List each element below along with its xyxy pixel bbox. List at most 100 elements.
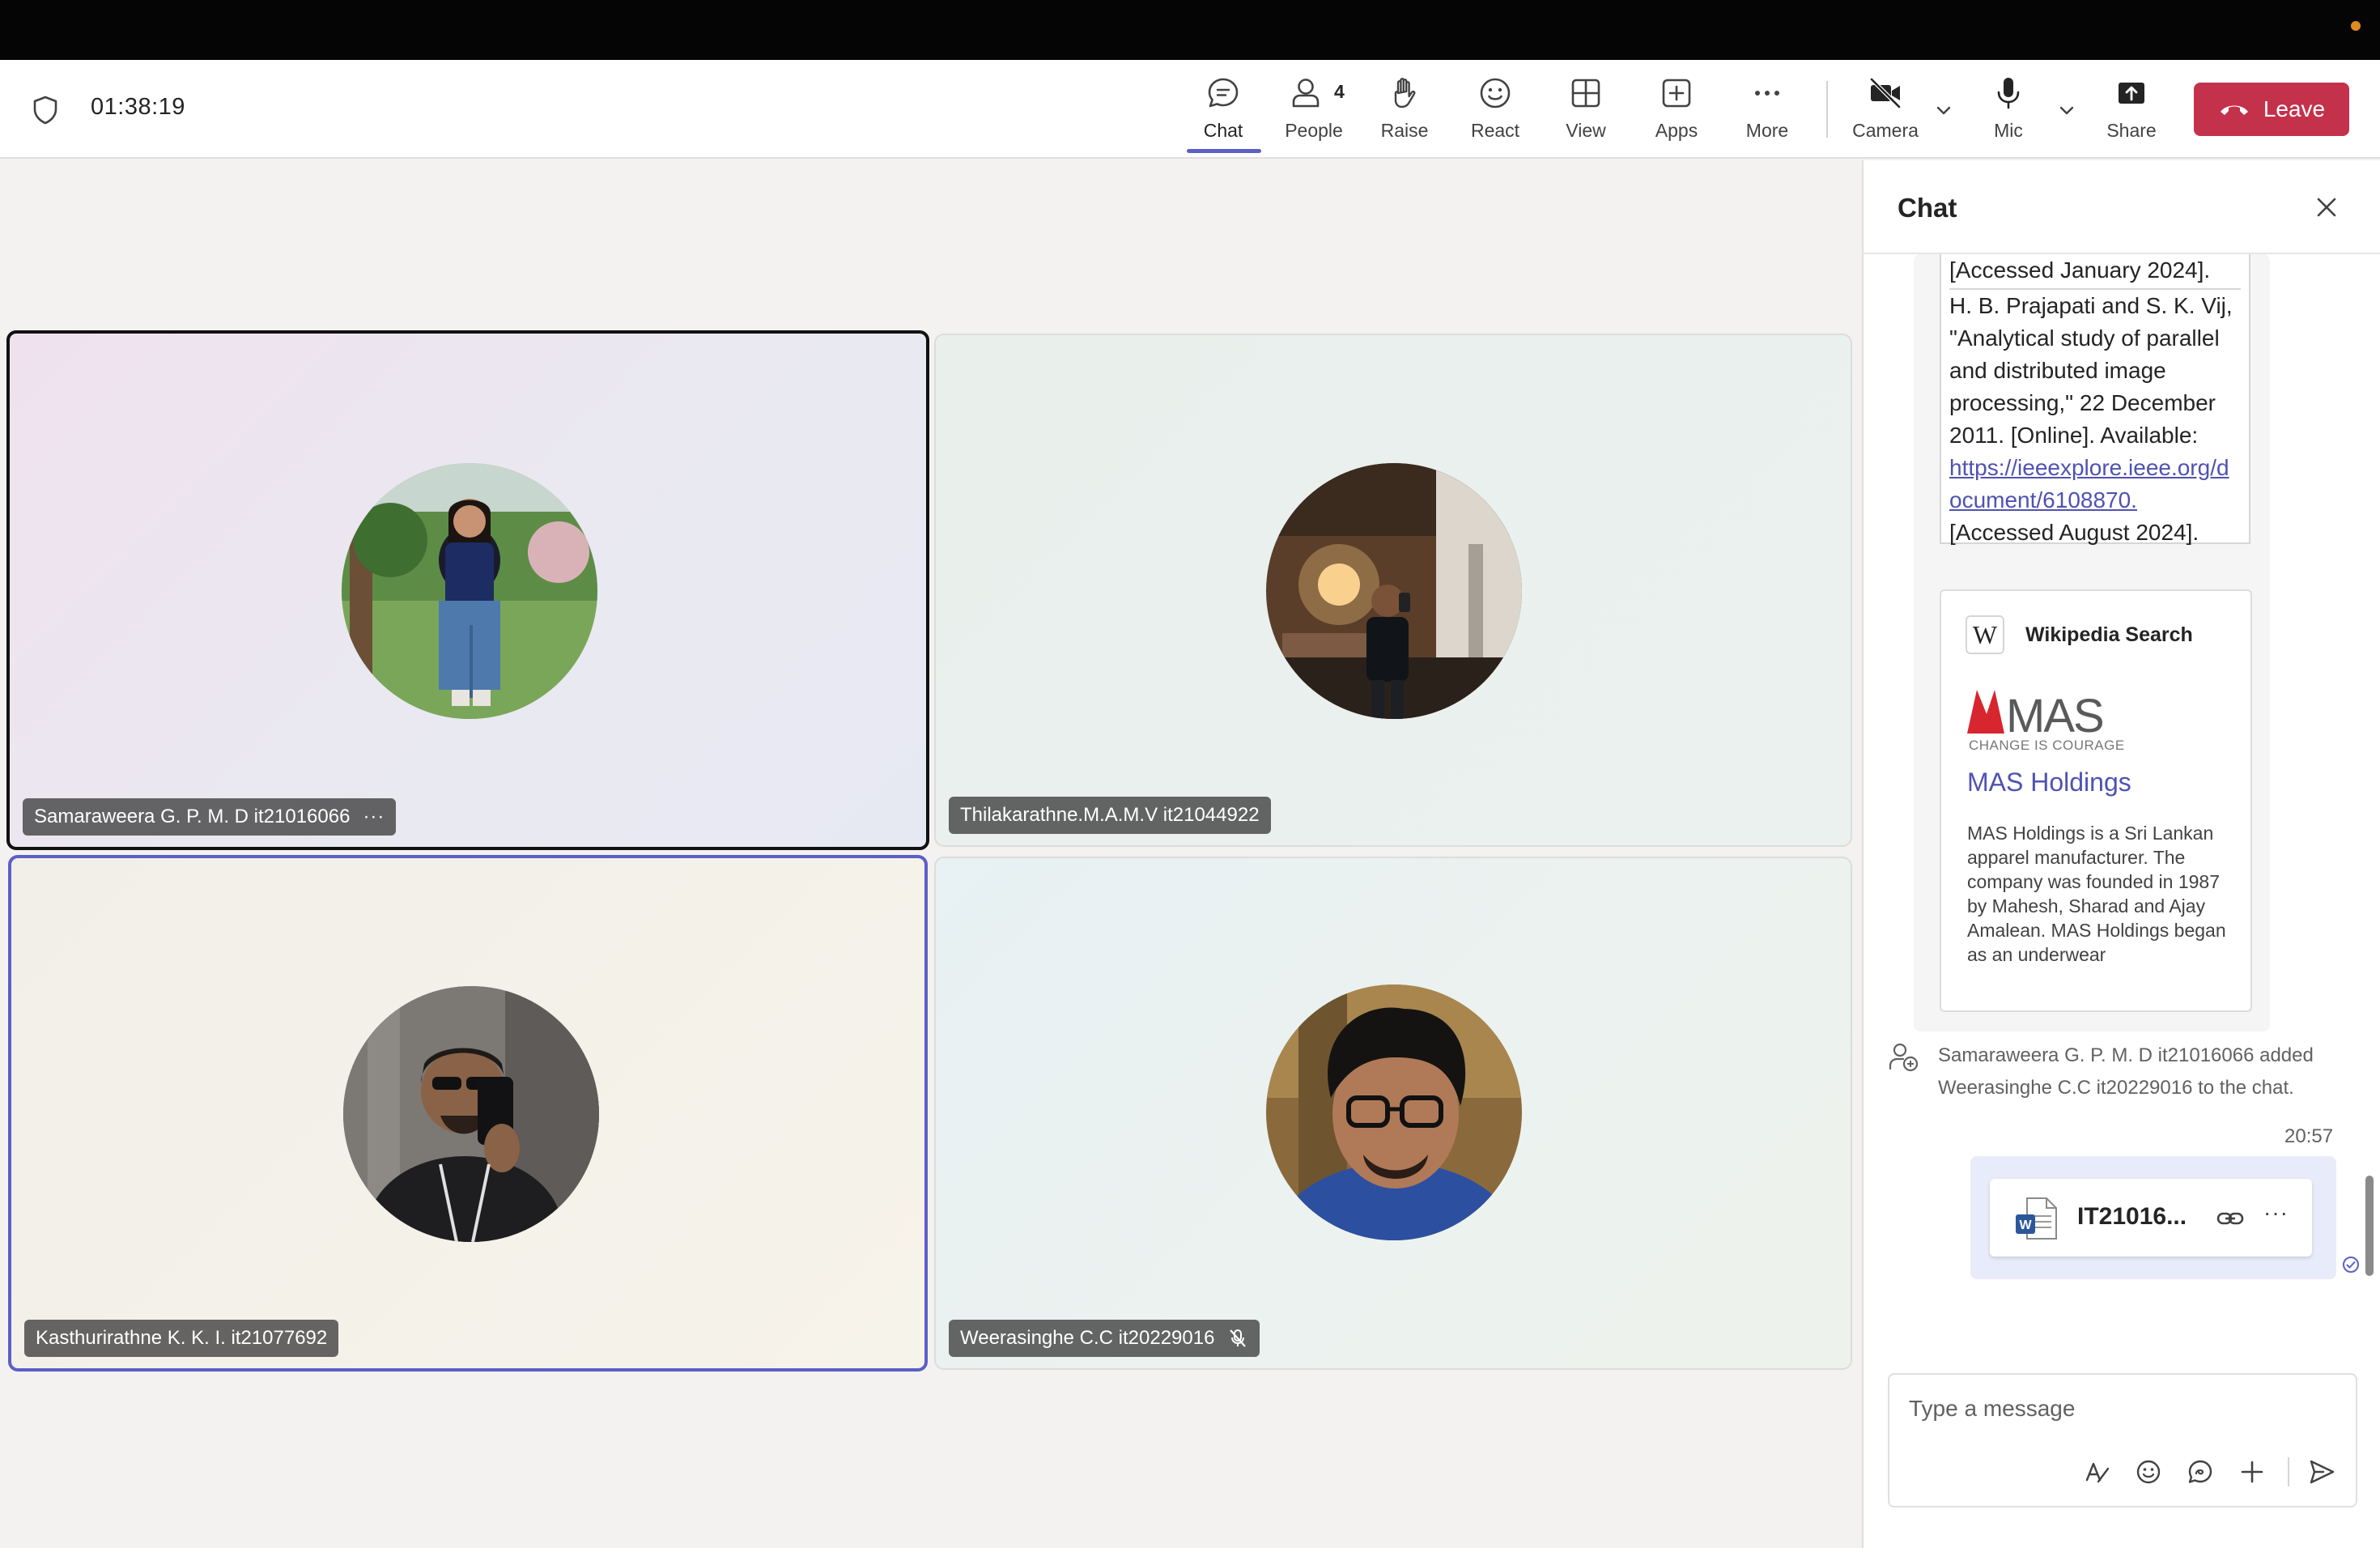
- participant-name: Samaraweera G. P. M. D it21016066: [34, 806, 351, 827]
- participant-tile-3[interactable]: Kasthurirathne K. K. I. it21077692: [8, 855, 928, 1372]
- recording-indicator-dot: [2351, 21, 2361, 31]
- reference-accessed-prev: [Accessed January 2024].: [1949, 254, 2241, 290]
- participant-name-tag: Weerasinghe C.C it20229016: [949, 1320, 1260, 1357]
- ellipsis-icon: [1749, 74, 1786, 112]
- people-icon: 4: [1292, 74, 1345, 112]
- leave-label: Leave: [2263, 96, 2326, 121]
- participant-avatar: [1266, 463, 1522, 719]
- file-name: IT21016...: [2077, 1203, 2187, 1230]
- mic-button[interactable]: Mic: [1964, 74, 2053, 144]
- reference-citation: H. B. Prajapati and S. K. Vij, "Analytic…: [1949, 293, 2233, 448]
- hand-icon: [1386, 74, 1423, 112]
- video-stage: Samaraweera G. P. M. D it21016066 ··· Th…: [0, 160, 1862, 1548]
- link-icon[interactable]: [2215, 1203, 2246, 1234]
- grid-icon: [1567, 74, 1604, 112]
- raise-hand-button[interactable]: Raise: [1360, 74, 1449, 144]
- apps-label: Apps: [1655, 120, 1698, 141]
- wikipedia-card[interactable]: W Wikipedia Search MAS CHANGE IS COURAGE…: [1940, 589, 2252, 1012]
- plus-icon[interactable]: [2234, 1454, 2270, 1490]
- os-menu-bar: [0, 0, 2380, 60]
- participant-avatar: [1266, 985, 1522, 1240]
- message-timestamp: 20:57: [2284, 1125, 2334, 1147]
- camera-label: Camera: [1852, 120, 1919, 141]
- people-button[interactable]: 4 People: [1269, 74, 1358, 144]
- chat-message-bubble: [Accessed January 2024]. H. B. Prajapati…: [1914, 254, 2270, 1031]
- react-button[interactable]: React: [1451, 74, 1540, 144]
- raise-label: Raise: [1380, 120, 1429, 141]
- wikipedia-description: MAS Holdings is a Sri Lankan apparel man…: [1967, 823, 2226, 965]
- shield-icon[interactable]: [29, 94, 62, 126]
- more-label: More: [1745, 120, 1789, 141]
- loop-icon[interactable]: [2182, 1454, 2218, 1490]
- leave-button[interactable]: Leave: [2194, 83, 2349, 136]
- people-label: People: [1285, 120, 1343, 141]
- microphone-icon: [1990, 74, 2027, 112]
- toolbar-divider: [1826, 81, 1828, 138]
- participant-name: Weerasinghe C.C it20229016: [960, 1327, 1215, 1349]
- participant-name: Kasthurirathne K. K. I. it21077692: [36, 1327, 328, 1349]
- participant-name-tag: Thilakarathne.M.A.M.V it21044922: [949, 797, 1271, 834]
- reference-accessed: [Accessed August 2024].: [1949, 520, 2199, 545]
- phone-hangup-icon: [2220, 105, 2248, 115]
- participant-avatar: [342, 463, 597, 719]
- smile-icon: [1477, 74, 1514, 112]
- file-more-ellipsis-icon[interactable]: ···: [2263, 1200, 2289, 1226]
- mic-off-icon: [1227, 1328, 1248, 1349]
- compose-divider: [2288, 1457, 2289, 1486]
- react-label: React: [1470, 120, 1520, 141]
- people-count-badge: 4: [1334, 81, 1345, 102]
- emoji-icon[interactable]: [2131, 1454, 2166, 1490]
- chat-header: Chat: [1864, 160, 2380, 254]
- file-attachment[interactable]: W IT21016... ···: [1990, 1179, 2312, 1257]
- wikipedia-article-link[interactable]: MAS Holdings: [1967, 768, 2131, 797]
- word-file-icon: W: [2016, 1197, 2057, 1240]
- camera-options-chevron-down-icon[interactable]: [1932, 99, 1956, 123]
- chat-panel: Chat [Accessed January 2024]. H. B. Praj…: [1862, 160, 2380, 1548]
- plus-square-icon: [1658, 74, 1695, 112]
- active-tab-indicator: [1187, 149, 1261, 153]
- participant-tile-4[interactable]: Weerasinghe C.C it20229016: [934, 857, 1852, 1370]
- participant-tile-1[interactable]: Samaraweera G. P. M. D it21016066 ···: [6, 330, 929, 850]
- chat-scrollbar[interactable]: [2365, 1176, 2374, 1276]
- wikipedia-icon: W: [1966, 615, 2004, 654]
- participant-more-options-ellipsis-icon[interactable]: ···: [363, 806, 385, 828]
- meeting-timer: 01:38:19: [91, 94, 185, 120]
- my-message-bubble: W IT21016... ···: [1970, 1156, 2336, 1279]
- camera-off-icon: [1867, 74, 1904, 112]
- meeting-toolbar: 01:38:19 Chat 4 People Raise React View: [0, 60, 2380, 159]
- check-circle-icon: [2343, 1257, 2359, 1273]
- camera-button[interactable]: Camera: [1841, 74, 1930, 144]
- person-add-icon: [1889, 1043, 1919, 1072]
- view-button[interactable]: View: [1541, 74, 1630, 144]
- close-icon[interactable]: [2310, 191, 2343, 223]
- chat-label: Chat: [1203, 120, 1243, 141]
- participant-name-tag: Samaraweera G. P. M. D it21016066 ···: [23, 798, 397, 836]
- mas-holdings-logo: MAS CHANGE IS COURAGE: [1967, 690, 2125, 753]
- apps-button[interactable]: Apps: [1632, 74, 1721, 144]
- reference-table: [Accessed January 2024]. H. B. Prajapati…: [1940, 254, 2250, 545]
- more-button[interactable]: More: [1723, 74, 1812, 144]
- reference-link[interactable]: https://ieeexplore.ieee.org/document/610…: [1949, 455, 2229, 512]
- participant-name-tag: Kasthurirathne K. K. I. it21077692: [24, 1320, 339, 1357]
- chat-title: Chat: [1898, 193, 1957, 223]
- format-icon[interactable]: [2079, 1454, 2114, 1490]
- mic-options-chevron-down-icon[interactable]: [2055, 99, 2079, 123]
- chat-icon: [1205, 74, 1242, 112]
- svg-text:CHANGE IS COURAGE: CHANGE IS COURAGE: [1969, 738, 2125, 753]
- message-input[interactable]: [1909, 1391, 2330, 1427]
- share-button[interactable]: Share: [2087, 74, 2176, 144]
- svg-text:MAS: MAS: [2006, 690, 2103, 742]
- participant-avatar: [343, 986, 599, 1242]
- participant-tile-2[interactable]: Thilakarathne.M.A.M.V it21044922: [934, 334, 1852, 847]
- share-label: Share: [2106, 120, 2157, 141]
- chat-button[interactable]: Chat: [1179, 74, 1268, 144]
- mic-label: Mic: [1994, 120, 2023, 141]
- message-compose-box: [1888, 1373, 2357, 1508]
- send-icon[interactable]: [2304, 1454, 2340, 1490]
- svg-text:W: W: [2019, 1218, 2032, 1232]
- system-message: Samaraweera G. P. M. D it21016066 added …: [1938, 1044, 2314, 1099]
- share-icon: [2113, 74, 2150, 112]
- wikipedia-source-label: Wikipedia Search: [2025, 623, 2193, 646]
- view-label: View: [1566, 120, 1606, 141]
- participant-name: Thilakarathne.M.A.M.V it21044922: [960, 804, 1260, 826]
